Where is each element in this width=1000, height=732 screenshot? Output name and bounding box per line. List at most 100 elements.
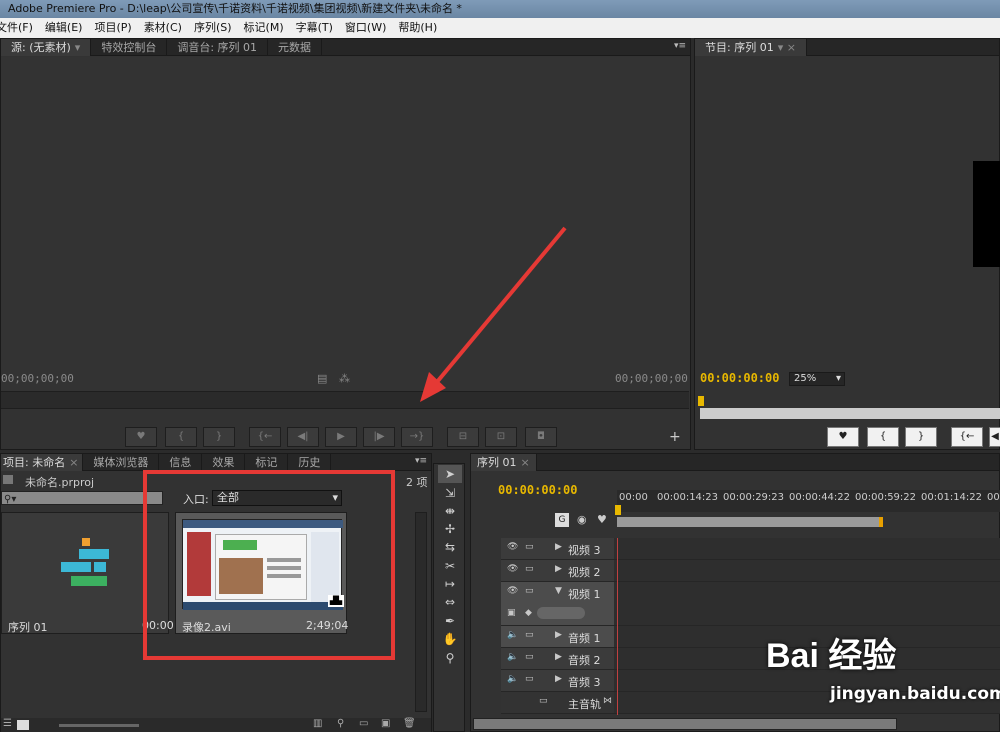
keyframe-icon[interactable]: ◆ <box>525 608 532 618</box>
list-view-icon[interactable]: ☰ <box>3 718 12 729</box>
slide-tool-icon[interactable]: ⇔ <box>438 593 462 611</box>
automate-icon[interactable]: ▥ <box>313 718 322 729</box>
tab-source[interactable]: 源: (无素材) ▾ <box>1 39 92 56</box>
new-bin-icon[interactable]: ▭ <box>359 718 368 729</box>
track-header-video2[interactable]: 👁 ▭ ▶ 视频 2 <box>501 560 614 582</box>
menu-clip[interactable]: 素材(C) <box>138 18 188 38</box>
eye-icon[interactable]: 👁 <box>507 586 518 596</box>
program-scrub-bar[interactable] <box>700 408 1000 419</box>
tab-history[interactable]: 历史 <box>288 454 332 471</box>
menu-sequence[interactable]: 序列(S) <box>188 18 238 38</box>
tab-sequence[interactable]: 序列 01 × <box>471 454 537 471</box>
program-go-to-in-button[interactable]: {← <box>951 427 983 447</box>
selection-tool-icon[interactable]: ➤ <box>438 465 462 483</box>
collapse-icon[interactable]: ▼ <box>555 586 562 596</box>
step-forward-button[interactable]: |▶ <box>363 427 395 447</box>
tab-audio-mixer[interactable]: 调音台: 序列 01 <box>167 39 269 56</box>
close-icon[interactable]: × <box>521 456 530 469</box>
playhead-marker-icon[interactable] <box>698 396 704 406</box>
add-marker-icon[interactable]: ♥ <box>597 513 607 526</box>
menu-help[interactable]: 帮助(H) <box>392 18 443 38</box>
track-select-tool-icon[interactable]: ⇲ <box>438 484 462 502</box>
add-button-icon[interactable]: + <box>669 429 681 445</box>
expand-icon[interactable]: ▶ <box>555 564 562 574</box>
eye-icon[interactable]: 👁 <box>507 564 518 574</box>
lock-icon[interactable]: ▭ <box>525 630 534 640</box>
track-header-video3[interactable]: 👁 ▭ ▶ 视频 3 <box>501 538 614 560</box>
find-icon[interactable]: ⚲ <box>337 718 344 729</box>
track-row-video2[interactable] <box>614 560 1000 582</box>
expand-icon[interactable]: ▶ <box>555 542 562 552</box>
zoom-slider[interactable] <box>59 724 139 727</box>
search-input[interactable]: ⚲▾ <box>1 491 163 505</box>
eye-icon[interactable]: 👁 <box>507 542 518 552</box>
track-row-video1[interactable] <box>614 582 1000 626</box>
rolling-edit-tool-icon[interactable]: ✢ <box>438 520 462 538</box>
icon-view-icon[interactable] <box>17 720 29 730</box>
program-mark-out-button[interactable]: } <box>905 427 937 447</box>
tab-metadata[interactable]: 元数据 <box>268 39 323 56</box>
tab-media-browser[interactable]: 媒体浏览器 <box>83 454 160 471</box>
rate-stretch-tool-icon[interactable]: ⇆ <box>438 538 462 556</box>
lock-icon[interactable]: ▭ <box>525 564 534 574</box>
lock-icon[interactable]: ▭ <box>525 674 534 684</box>
delete-icon[interactable]: 🗑 <box>403 718 416 729</box>
film-icon[interactable]: ▤ <box>317 372 327 385</box>
play-button[interactable]: ▶ <box>325 427 357 447</box>
lock-icon[interactable]: ▭ <box>539 696 548 706</box>
close-icon[interactable]: × <box>69 456 78 469</box>
work-area-bar[interactable] <box>617 517 881 527</box>
tab-program[interactable]: 节目: 序列 01 ▾ × <box>695 39 807 56</box>
panel-menu-icon[interactable]: ▾≡ <box>674 41 686 51</box>
lock-icon[interactable]: ▭ <box>525 542 534 552</box>
timeline-ruler[interactable]: 00:00 00:00:14:23 00:00:29:23 00:00:44:2… <box>615 490 1000 527</box>
lock-icon[interactable]: ▭ <box>525 586 534 596</box>
track-header-video1[interactable]: 👁 ▭ ▼ 视频 1 ▣ ◆ <box>501 582 614 626</box>
new-item-icon[interactable]: ▣ <box>381 718 390 729</box>
pen-tool-icon[interactable]: ✒ <box>438 612 462 630</box>
menu-title[interactable]: 字幕(T) <box>290 18 339 38</box>
keyframe-nav[interactable] <box>537 607 585 619</box>
menu-marker[interactable]: 标记(M) <box>238 18 290 38</box>
tab-effect-controls[interactable]: 特效控制台 <box>91 39 168 56</box>
go-to-in-button[interactable]: {← <box>249 427 281 447</box>
project-scrollbar[interactable] <box>415 512 427 712</box>
mark-in-button[interactable]: { <box>165 427 197 447</box>
expand-icon[interactable]: ▶ <box>555 674 562 684</box>
menu-file[interactable]: 文件(F) <box>0 18 39 38</box>
master-output-icon[interactable]: ⋈ <box>603 696 612 706</box>
insert-button[interactable]: ⊟ <box>447 427 479 447</box>
ripple-edit-tool-icon[interactable]: ⇼ <box>438 502 462 520</box>
tab-markers[interactable]: 标记 <box>245 454 289 471</box>
track-header-audio1[interactable]: 🔈 ▭ ▶ 音频 1 <box>501 626 614 648</box>
speaker-icon[interactable]: 🔈 <box>507 630 518 640</box>
marker-button[interactable]: ♥ <box>125 427 157 447</box>
track-row-video3[interactable] <box>614 538 1000 560</box>
program-timecode[interactable]: 00:00:00:00 <box>700 371 779 385</box>
timeline-scrollbar[interactable] <box>473 718 897 730</box>
expand-icon[interactable]: ▶ <box>555 652 562 662</box>
slip-tool-icon[interactable]: ↦ <box>438 575 462 593</box>
export-frame-button[interactable]: ◘ <box>525 427 557 447</box>
expand-icon[interactable]: ▶ <box>555 630 562 640</box>
playhead-icon[interactable] <box>615 505 621 515</box>
snap-icon[interactable]: G <box>555 513 569 527</box>
program-marker-button[interactable]: ♥ <box>827 427 859 447</box>
go-to-out-button[interactable]: →} <box>401 427 433 447</box>
step-back-button[interactable]: ◀| <box>287 427 319 447</box>
track-header-master[interactable]: ▭ 主音轨 ⋈ <box>501 692 614 714</box>
close-icon[interactable]: ▾ × <box>778 41 796 54</box>
panel-menu-icon[interactable]: ▾≡ <box>415 456 427 466</box>
hand-tool-icon[interactable]: ✋ <box>438 630 462 648</box>
lock-icon[interactable]: ▭ <box>525 652 534 662</box>
mark-out-button[interactable]: } <box>203 427 235 447</box>
speaker-icon[interactable]: 🔈 <box>507 652 518 662</box>
track-header-audio2[interactable]: 🔈 ▭ ▶ 音频 2 <box>501 648 614 670</box>
program-mark-in-button[interactable]: { <box>867 427 899 447</box>
work-area-end-icon[interactable] <box>879 517 883 527</box>
overwrite-button[interactable]: ⊡ <box>485 427 517 447</box>
tab-info[interactable]: 信息 <box>159 454 203 471</box>
razor-tool-icon[interactable]: ✂ <box>438 557 462 575</box>
track-header-audio3[interactable]: 🔈 ▭ ▶ 音频 3 <box>501 670 614 692</box>
menu-edit[interactable]: 编辑(E) <box>39 18 89 38</box>
